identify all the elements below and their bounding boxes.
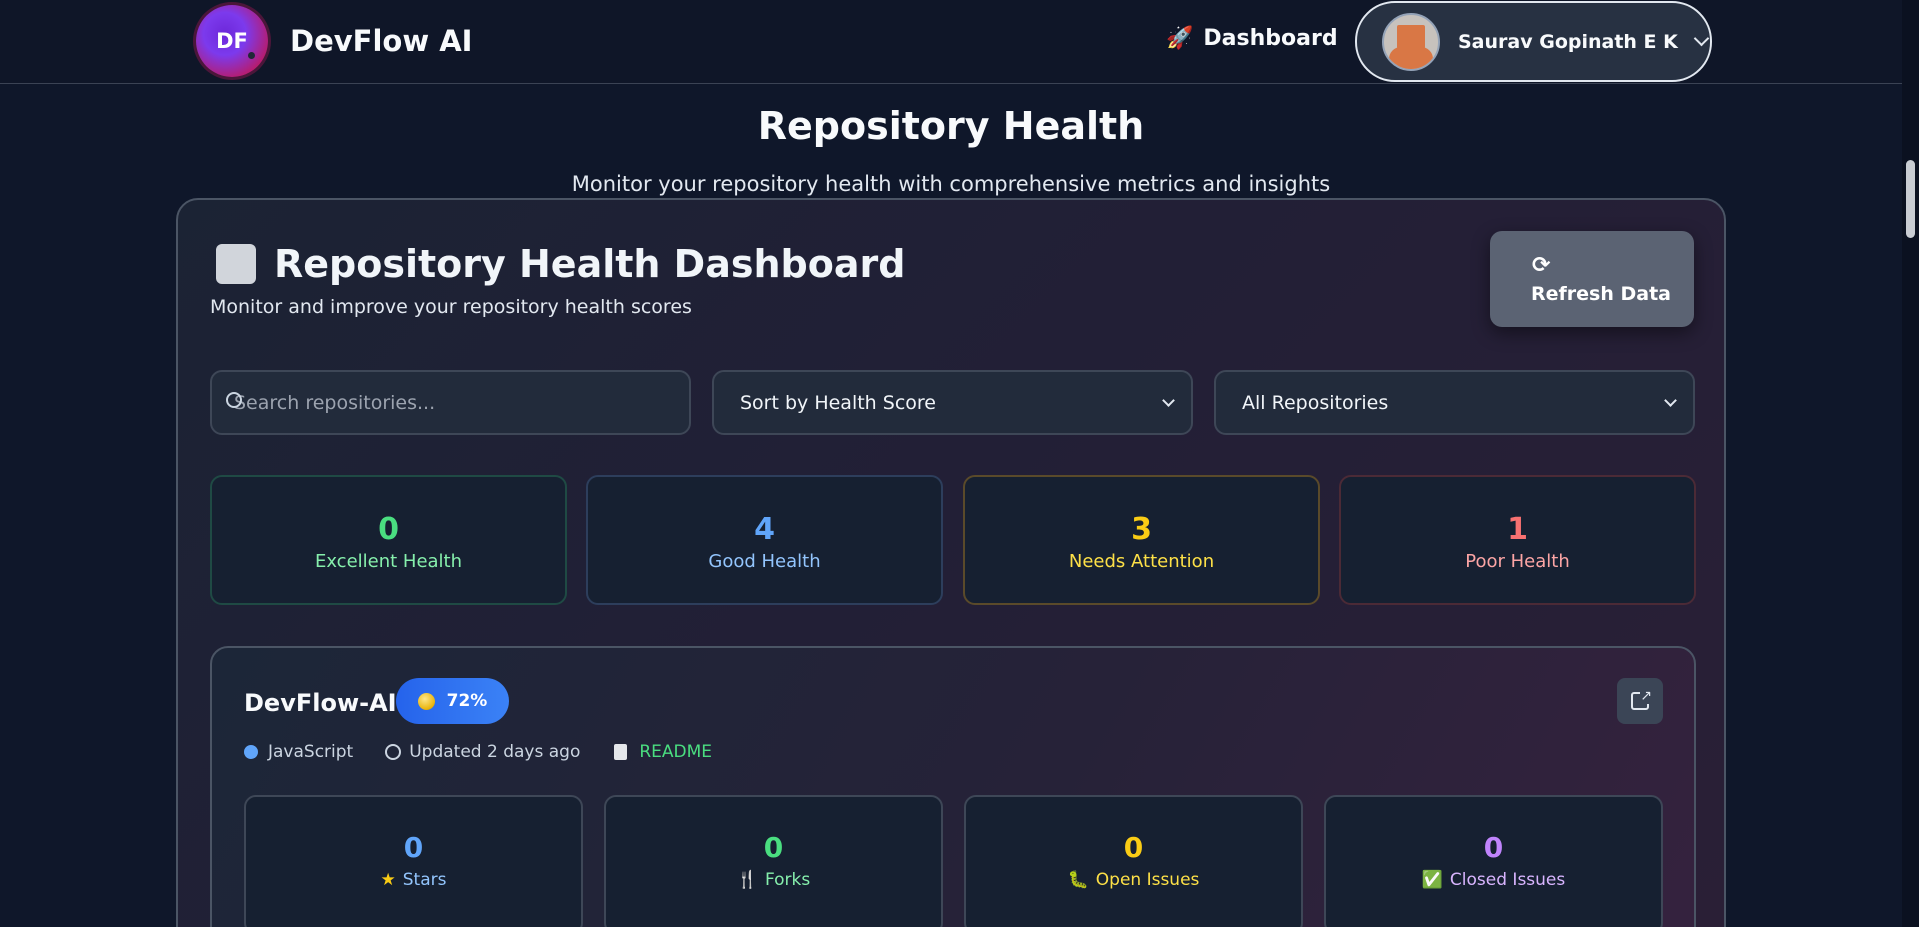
repo-language: JavaScript — [268, 742, 354, 762]
search-placeholder: Search repositories... — [234, 391, 436, 414]
open-external-button[interactable]: ↗ — [1617, 678, 1663, 724]
external-link-icon: ↗ — [1631, 688, 1652, 710]
stat-value: 3 — [1131, 512, 1152, 547]
user-name: Saurav Gopinath E K — [1458, 30, 1678, 53]
stat-poor-health[interactable]: 1 Poor Health — [1339, 475, 1696, 605]
repo-card[interactable]: DevFlow-AI 72% ↗ JavaScript Updated 2 da… — [210, 646, 1696, 927]
document-icon — [614, 744, 628, 760]
repo-stat-value: 0 — [1123, 831, 1144, 864]
repo-stat-label: Closed Issues — [1449, 870, 1566, 890]
repo-stat-label: Open Issues — [1095, 870, 1200, 890]
chevron-down-icon — [1664, 394, 1677, 407]
logo-dot — [248, 52, 255, 59]
repo-stat-label: Forks — [764, 870, 811, 890]
repo-updated: Updated 2 days ago — [409, 742, 581, 762]
checkbox-icon — [216, 244, 256, 284]
repo-stat-forks: 0 🍴 Forks — [604, 795, 943, 927]
user-menu-button[interactable]: Saurav Gopinath E K — [1355, 1, 1712, 82]
repo-stat-closed-issues: 0 ✅ Closed Issues — [1324, 795, 1663, 927]
readme-link[interactable]: README — [639, 742, 712, 762]
repo-stat-stars: 0 ★ Stars — [244, 795, 583, 927]
page-subtitle: Monitor your repository health with comp… — [571, 172, 1331, 196]
fork-icon: 🍴 — [736, 870, 758, 890]
dashboard-title: Repository Health Dashboard — [274, 242, 906, 286]
score-coin-icon — [417, 692, 435, 710]
logo-text: DF — [216, 29, 248, 53]
stat-label: Poor Health — [1465, 551, 1570, 572]
avatar — [1382, 12, 1440, 71]
refresh-data-button[interactable]: ⟳ Refresh Data — [1490, 231, 1694, 327]
repo-name[interactable]: DevFlow-AI — [244, 689, 397, 717]
repo-stat-value: 0 — [763, 831, 784, 864]
clock-icon — [385, 744, 402, 760]
sort-select-value: Sort by Health Score — [740, 391, 936, 414]
stat-good-health[interactable]: 4 Good Health — [586, 475, 943, 605]
stat-excellent-health[interactable]: 0 Excellent Health — [210, 475, 567, 605]
health-dashboard-card: Repository Health Dashboard Monitor and … — [176, 198, 1726, 927]
health-score-badge: 72% — [396, 678, 509, 724]
stat-label: Good Health — [708, 551, 821, 572]
chevron-down-icon — [1162, 394, 1175, 407]
check-icon: ✅ — [1421, 870, 1443, 890]
search-icon — [226, 392, 242, 408]
sort-select[interactable]: Sort by Health Score — [712, 370, 1193, 435]
refresh-label: Refresh Data — [1531, 283, 1671, 305]
stat-label: Excellent Health — [314, 551, 463, 572]
stat-value: 0 — [378, 512, 399, 547]
nav-dashboard-link[interactable]: 🚀 Dashboard — [1166, 26, 1338, 51]
logo[interactable]: DF — [196, 5, 268, 77]
stat-value: 4 — [754, 512, 775, 547]
brand-name[interactable]: DevFlow AI — [290, 24, 472, 58]
refresh-icon: ⟳ — [1532, 253, 1551, 278]
page-scrollbar[interactable] — [1902, 0, 1919, 927]
dashboard-subtitle: Monitor and improve your repository heal… — [210, 296, 692, 318]
search-input[interactable]: Search repositories... — [210, 370, 691, 435]
stat-value: 1 — [1507, 512, 1528, 547]
stat-needs-attention[interactable]: 3 Needs Attention — [963, 475, 1320, 605]
health-score-value: 72% — [446, 691, 488, 711]
top-navbar: DF DevFlow AI 🚀 Dashboard Saurav Gopinat… — [0, 0, 1902, 84]
page-title: Repository Health — [757, 104, 1145, 148]
scope-select[interactable]: All Repositories — [1214, 370, 1695, 435]
rocket-icon: 🚀 — [1166, 26, 1194, 51]
chevron-down-icon — [1693, 30, 1710, 47]
repo-stat-label: Stars — [402, 870, 447, 890]
repo-stat-value: 0 — [403, 831, 424, 864]
dashboard-heading: Repository Health Dashboard — [216, 242, 905, 286]
language-dot-icon — [244, 745, 258, 759]
scrollbar-thumb[interactable] — [1906, 160, 1915, 238]
bug-icon: 🐛 — [1067, 870, 1089, 890]
star-icon: ★ — [380, 870, 396, 890]
repo-meta: JavaScript Updated 2 days ago README — [244, 742, 712, 762]
nav-dashboard-label: Dashboard — [1203, 26, 1338, 51]
repo-stat-open-issues: 0 🐛 Open Issues — [964, 795, 1303, 927]
repo-stat-value: 0 — [1483, 831, 1504, 864]
stat-label: Needs Attention — [1068, 551, 1215, 572]
scope-select-value: All Repositories — [1242, 391, 1389, 414]
